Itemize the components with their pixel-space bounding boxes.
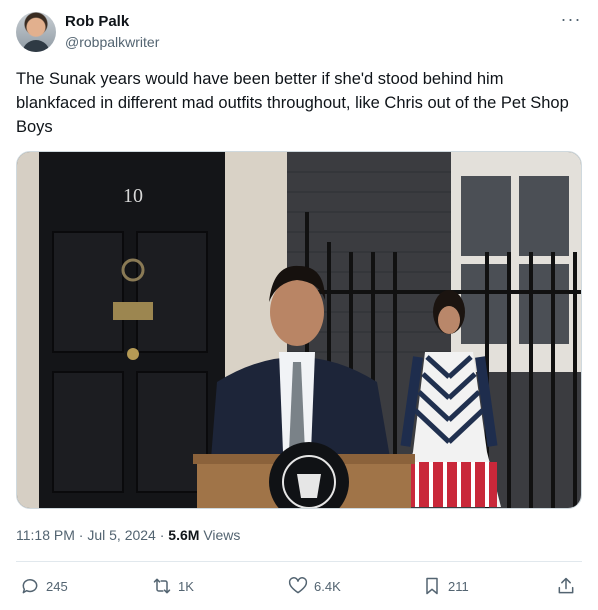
share-button[interactable] [556,572,582,600]
bookmark-icon [426,577,438,595]
divider [16,561,582,562]
meta-separator: · [155,527,169,543]
bookmark-button[interactable]: 211 [422,572,469,600]
share-icon [558,577,574,594]
tweet-timestamp[interactable]: 11:18 PM · Jul 5, 2024 · 5.6M Views [16,527,240,543]
meta-separator: · [74,527,88,543]
author-handle[interactable]: @robpalkwriter [65,34,159,50]
tweet-date[interactable]: Jul 5, 2024 [87,527,156,543]
retweet-button[interactable]: 1K [152,572,194,600]
views-label: Views [203,527,241,543]
avatar[interactable] [16,12,56,52]
views-count: 5.6M [168,527,200,543]
like-count: 6.4K [314,578,341,594]
tweet-time[interactable]: 11:18 PM [16,527,75,543]
downing-street-photo: 10 [17,152,581,508]
action-bar: 245 1K 6.4K 211 [16,572,582,600]
retweet-count: 1K [178,578,194,594]
reply-button[interactable]: 245 [20,572,68,600]
bookmark-count: 211 [448,578,469,594]
avatar-figure [22,40,50,52]
door-number: 10 [123,185,143,207]
tweet-card: Rob Palk @robpalkwriter ··· The Sunak ye… [0,0,598,610]
reply-count: 245 [46,578,68,594]
retweet-icon [153,578,171,594]
author-name[interactable]: Rob Palk [65,13,129,30]
tweet-text: The Sunak years would have been better i… [16,70,569,136]
reply-icon [22,579,38,594]
heart-icon [288,577,308,594]
more-options-icon[interactable]: ··· [560,10,582,32]
tweet-photo[interactable]: 10 [16,151,582,509]
like-button[interactable]: 6.4K [288,572,341,600]
